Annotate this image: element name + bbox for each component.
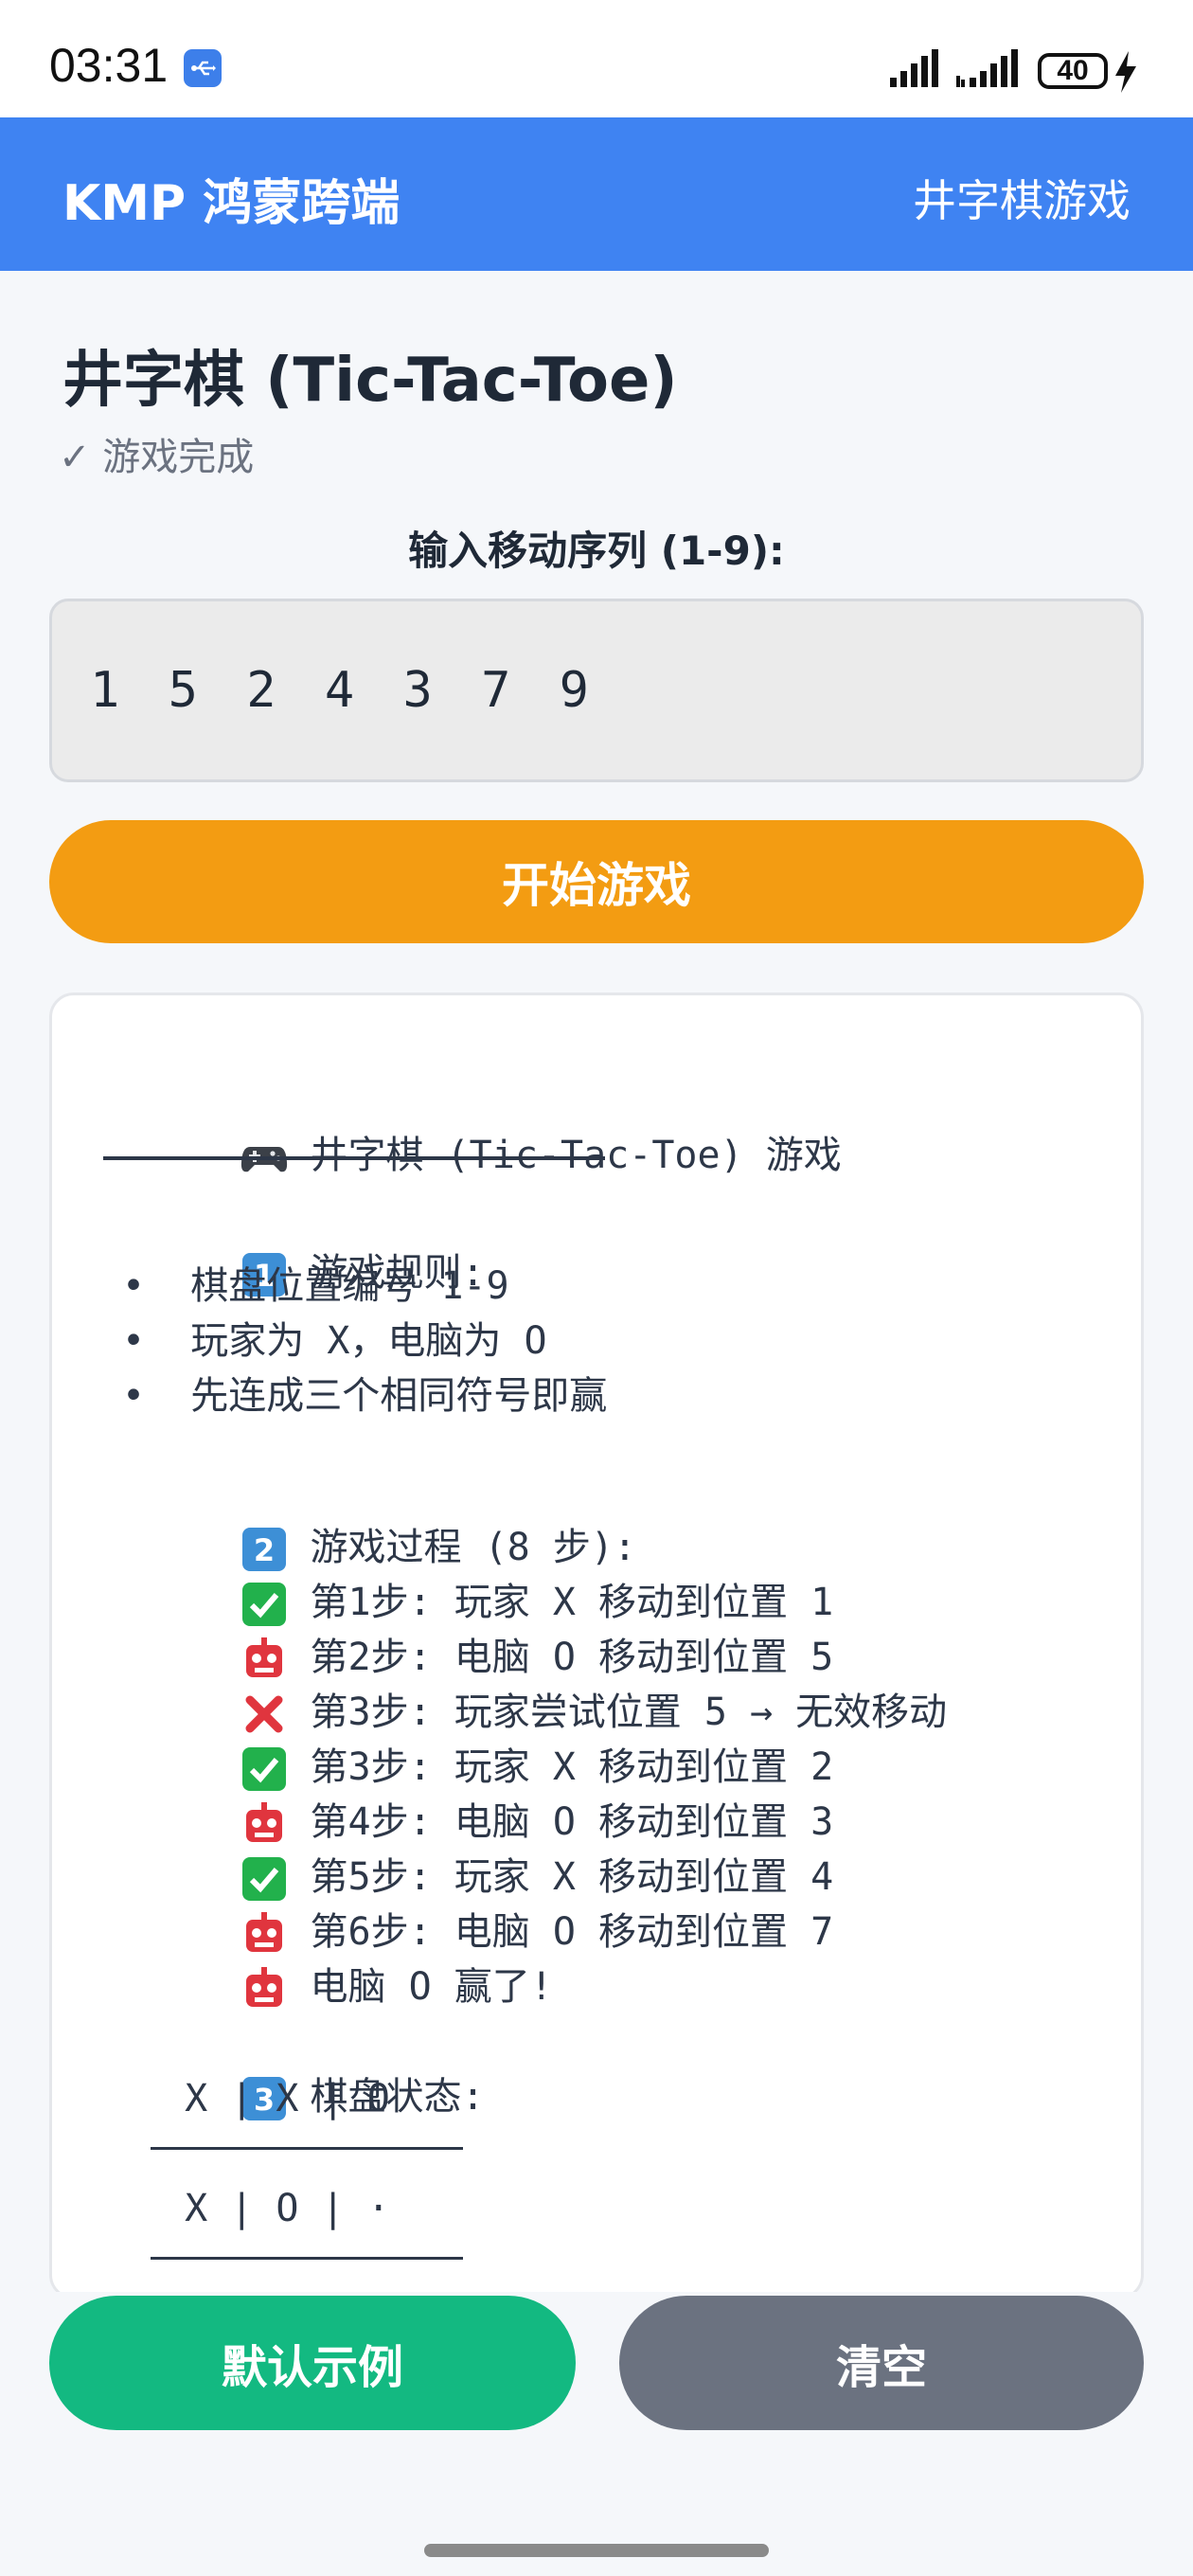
default-example-button[interactable]: 默认示例: [49, 2296, 576, 2430]
signal-icon: [890, 49, 938, 87]
home-indicator[interactable]: [424, 2544, 769, 2557]
rule-item: • 棋盘位置编号 1-9: [122, 1264, 509, 1308]
battery-icon: 40: [1038, 53, 1108, 89]
rule-item: • 玩家为 X，电脑为 O: [122, 1319, 547, 1363]
battery-level: 40: [1057, 55, 1089, 86]
clear-button[interactable]: 清空: [619, 2296, 1144, 2430]
app-subtitle: 井字棋游戏: [913, 175, 1131, 226]
heading-divider: [103, 1156, 605, 1160]
input-label: 输入移动序列 (1-9):: [408, 528, 785, 574]
charging-icon: [1115, 51, 1136, 93]
output-card: 井字棋 (Tic-Tac-Toe) 游戏 1 游戏规则: • 棋盘位置编号 1-…: [49, 993, 1144, 2299]
rule-item: • 先连成三个相同符号即赢: [122, 1374, 608, 1418]
screen: 03:31 40 KMP 鸿蒙跨端 井字棋游戏 井字棋 (Tic-Tac-Toe…: [0, 0, 1193, 2576]
board-row: X | O | ·: [162, 2187, 390, 2230]
robot-icon: [245, 1967, 282, 2007]
game-status: ✓ 游戏完成: [59, 436, 255, 479]
app-bar: KMP 鸿蒙跨端 井字棋游戏: [0, 117, 1193, 271]
output-heading-text: 井字棋 (Tic-Tac-Toe) 游戏: [310, 1134, 842, 1177]
move-sequence-input[interactable]: [49, 599, 1144, 782]
signal-icon: [956, 49, 1018, 87]
status-bar: 03:31 40: [0, 0, 1193, 117]
board-divider: [151, 2257, 463, 2260]
board-divider: [151, 2147, 463, 2150]
step-text: 电脑 O 赢了!: [310, 1965, 553, 2009]
app-title: KMP 鸿蒙跨端: [62, 175, 401, 232]
start-game-button[interactable]: 开始游戏: [49, 820, 1144, 943]
usb-icon: [184, 49, 222, 87]
board-row: X | X | O: [162, 2077, 390, 2120]
page-title: 井字棋 (Tic-Tac-Toe): [62, 346, 678, 416]
status-time: 03:31: [49, 39, 169, 92]
